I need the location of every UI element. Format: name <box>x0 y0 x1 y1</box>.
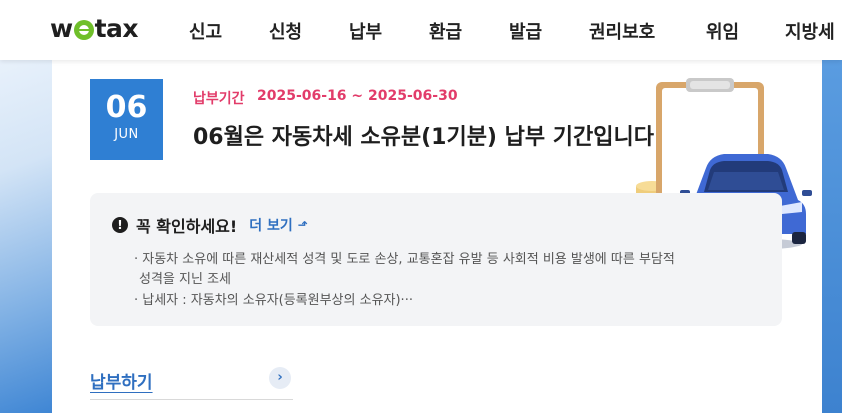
payment-period-label: 납부기간 <box>193 91 245 107</box>
pay-divider <box>90 399 293 400</box>
nav-item-apply[interactable]: 신청 <box>269 18 302 44</box>
nav-item-payment[interactable]: 납부 <box>349 18 382 44</box>
more-link-label: 더 보기 <box>249 218 293 234</box>
alert-icon: ! <box>112 217 128 233</box>
page-background-left <box>0 60 52 413</box>
notice-header: ! 꼭 확인하세요! 더 보기 ⬏ <box>112 213 308 237</box>
nav-item-report[interactable]: 신고 <box>189 18 222 44</box>
page-background-right <box>822 60 842 413</box>
nav-item-local-tax[interactable]: 지방세 <box>785 18 835 44</box>
logo-text-tax: tax <box>94 14 139 43</box>
date-month: JUN <box>114 127 139 142</box>
notice-title: 꼭 확인하세요! <box>136 217 238 236</box>
schedule-headline: 06월은 자동차세 소유분(1기분) 납부 기간입니다 <box>193 125 654 150</box>
nav-item-refund[interactable]: 환급 <box>429 18 462 44</box>
logo-e-mark-icon <box>73 19 94 40</box>
notice-line-2: 성격을 지닌 조세 <box>139 272 231 287</box>
nav-item-delegate[interactable]: 위임 <box>706 18 739 44</box>
date-badge: 06 JUN <box>90 79 163 160</box>
top-navigation-bar: w tax 신고 신청 납부 환급 발급 권리보호 위임 지방세 <box>0 0 842 60</box>
notice-line-3: · 납세자 : 자동차의 소유자(등록원부상의 소유자)··· <box>134 293 413 308</box>
arrow-up-right-icon: ⬏ <box>297 218 308 232</box>
logo-text-w: w <box>50 14 73 43</box>
notice-box: ! 꼭 확인하세요! 더 보기 ⬏ · 자동차 소유에 따른 재산세적 성격 및… <box>90 193 782 326</box>
pay-link[interactable]: 납부하기 <box>90 368 153 393</box>
chevron-right-icon[interactable]: › <box>269 367 291 389</box>
nav-item-rights[interactable]: 권리보호 <box>589 18 655 44</box>
more-link[interactable]: 더 보기 ⬏ <box>249 215 308 235</box>
date-day: 06 <box>105 90 148 125</box>
payment-period-range: 2025-06-16 ~ 2025-06-30 <box>257 88 458 104</box>
notice-line-1: · 자동차 소유에 따른 재산세적 성격 및 도로 손상, 교통혼잡 유발 등 … <box>134 252 675 267</box>
wetax-logo[interactable]: w tax <box>50 14 139 43</box>
nav-item-issue[interactable]: 발급 <box>509 18 542 44</box>
schedule-card: 06 JUN 납부기간 2025-06-16 ~ 2025-06-30 06월은… <box>52 60 822 413</box>
